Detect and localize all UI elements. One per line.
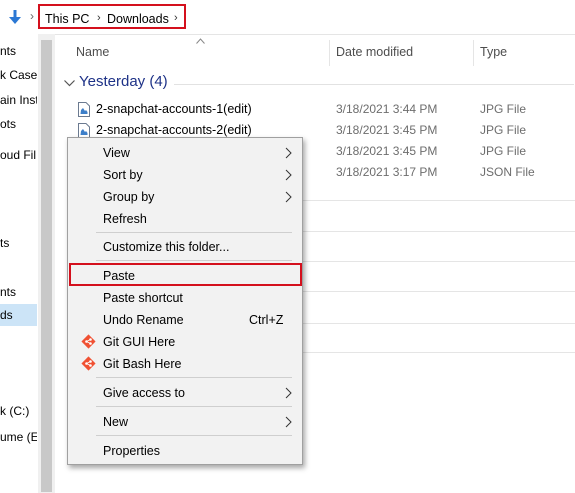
file-type: JPG File	[480, 102, 527, 116]
file-type: JSON File	[480, 165, 535, 179]
menu-item-label: Undo Rename	[103, 313, 184, 327]
breadcrumb-this-pc[interactable]: This PC	[45, 12, 89, 26]
sidebar-item-objects[interactable]: ts	[0, 232, 37, 254]
sidebar-item-case-study[interactable]: k Case S	[0, 64, 37, 86]
menu-item-paste-shortcut[interactable]: Paste shortcut	[69, 287, 301, 308]
menu-item-label: New	[103, 415, 129, 429]
row-divider	[298, 231, 575, 232]
file-date: 3/18/2021 3:17 PM	[336, 165, 438, 179]
sidebar-item-cloud-files[interactable]: oud Fil	[0, 144, 37, 166]
menu-separator	[96, 232, 292, 233]
breadcrumb: This PC › Downloads ›	[38, 4, 186, 29]
sidebar-item-downloads[interactable]: ds	[0, 304, 37, 326]
group-header[interactable]: Yesterday (4)	[79, 73, 168, 90]
file-date: 3/18/2021 3:44 PM	[336, 102, 438, 116]
menu-item-new[interactable]: New	[69, 411, 301, 432]
column-divider[interactable]	[329, 40, 330, 66]
git-icon	[81, 334, 96, 349]
file-name: 2-snapchat-accounts-2(edit)	[96, 123, 252, 137]
list-item[interactable]: 2-snapchat-accounts-1(edit) 3/18/2021 3:…	[60, 99, 575, 120]
address-bar: › This PC › Downloads ›	[0, 0, 575, 35]
menu-item-undo-rename[interactable]: Undo Rename Ctrl+Z	[69, 309, 301, 330]
menu-item-sort-by[interactable]: Sort by	[69, 164, 301, 185]
file-type: JPG File	[480, 144, 527, 158]
sidebar-item-documents-2[interactable]: nts	[0, 281, 37, 303]
file-date: 3/18/2021 3:45 PM	[336, 123, 438, 137]
chevron-right-icon[interactable]: ›	[174, 12, 178, 24]
menu-item-git-bash[interactable]: Git Bash Here	[69, 353, 301, 374]
menu-item-git-gui[interactable]: Git GUI Here	[69, 331, 301, 352]
menu-item-label: Properties	[103, 444, 160, 458]
chevron-right-icon	[285, 147, 292, 159]
chevron-right-icon: ›	[30, 9, 34, 23]
menu-item-refresh[interactable]: Refresh	[69, 208, 301, 229]
chevron-right-icon[interactable]: ›	[97, 12, 101, 24]
sidebar-item-documents[interactable]: nts	[0, 40, 37, 62]
group-divider	[174, 84, 574, 85]
row-divider	[298, 200, 575, 201]
menu-item-give-access[interactable]: Give access to	[69, 382, 301, 403]
menu-item-label: Paste shortcut	[103, 291, 183, 305]
chevron-right-icon	[285, 416, 292, 428]
row-divider	[298, 323, 575, 324]
sidebar-item-volume-e[interactable]: ume (E:)	[0, 426, 37, 448]
menu-item-label: View	[103, 146, 130, 160]
row-divider	[298, 261, 575, 262]
git-icon	[81, 356, 96, 371]
file-type: JPG File	[480, 123, 527, 137]
scrollbar-thumb[interactable]	[41, 40, 52, 492]
menu-item-label: Sort by	[103, 168, 143, 182]
sidebar-item-local-disk[interactable]: k (C:)	[0, 400, 37, 422]
paste-highlight	[69, 263, 302, 286]
menu-separator	[96, 406, 292, 407]
column-header-type[interactable]: Type	[480, 34, 507, 70]
chevron-right-icon	[285, 191, 292, 203]
file-icon	[78, 102, 90, 117]
keyboard-shortcut: Ctrl+Z	[249, 313, 284, 327]
down-arrow-icon[interactable]	[6, 8, 24, 26]
menu-item-label: Give access to	[103, 386, 185, 400]
column-divider[interactable]	[473, 40, 474, 66]
navigation-pane: nts k Case S ain Inst ots oud Fil ts nts…	[0, 34, 38, 493]
menu-item-customize-folder[interactable]: Customize this folder...	[69, 236, 301, 257]
menu-separator	[96, 377, 292, 378]
sort-up-icon	[196, 38, 205, 44]
menu-separator	[96, 435, 292, 436]
menu-item-properties[interactable]: Properties	[69, 440, 301, 461]
column-header-name[interactable]: Name	[76, 34, 109, 70]
column-header-date[interactable]: Date modified	[336, 34, 413, 70]
sidebar-item-screenshots[interactable]: ots	[0, 113, 37, 135]
sidebar-item-main-inst[interactable]: ain Inst	[0, 89, 37, 111]
breadcrumb-downloads[interactable]: Downloads	[107, 12, 169, 26]
row-divider	[298, 291, 575, 292]
menu-item-label: Customize this folder...	[103, 240, 230, 254]
chevron-right-icon	[285, 169, 292, 181]
row-divider	[298, 352, 575, 353]
file-name: 2-snapchat-accounts-1(edit)	[96, 102, 252, 116]
context-menu: View Sort by Group by Refresh Customize …	[67, 137, 303, 465]
menu-item-label: Git Bash Here	[103, 357, 182, 371]
menu-item-group-by[interactable]: Group by	[69, 186, 301, 207]
menu-item-label: Git GUI Here	[103, 335, 176, 349]
menu-item-label: Group by	[103, 190, 155, 204]
file-icon	[78, 123, 90, 138]
chevron-down-icon[interactable]	[64, 80, 75, 87]
menu-item-label: Refresh	[103, 212, 147, 226]
file-date: 3/18/2021 3:45 PM	[336, 144, 438, 158]
menu-item-view[interactable]: View	[69, 142, 301, 163]
chevron-right-icon	[285, 387, 292, 399]
menu-separator	[96, 260, 292, 261]
